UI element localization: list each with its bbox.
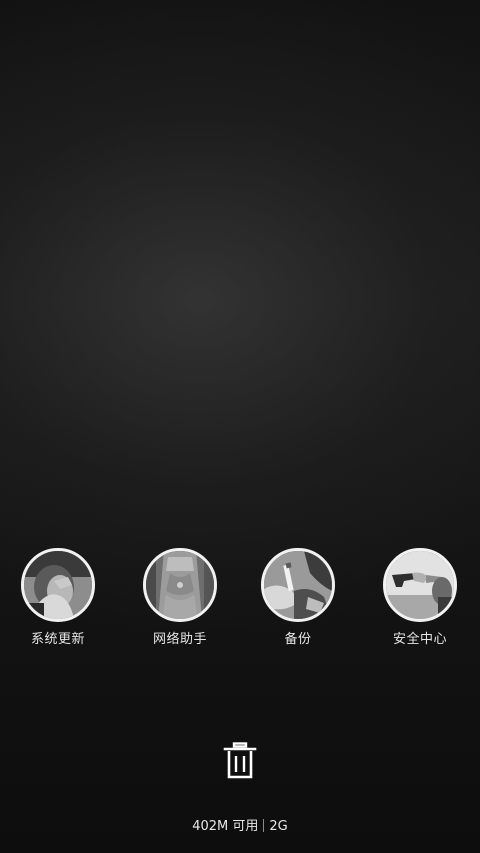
- backup-thumbnail[interactable]: [261, 548, 335, 622]
- recent-app-label: 备份: [284, 632, 312, 647]
- memory-separator: [263, 819, 265, 832]
- lace-dress-photo-icon: [146, 551, 214, 619]
- recent-app-label: 网络助手: [152, 632, 207, 647]
- memory-total: 2G: [269, 819, 288, 834]
- hand-with-pistol-photo-icon: [386, 551, 454, 619]
- memory-status: 402M 可用 2G: [0, 818, 480, 836]
- recent-apps-screen: 系统更新 网络助手 备份 安全中心 402M 可用 2G: [0, 0, 480, 853]
- recent-app-label: 系统更新: [30, 632, 85, 647]
- hand-holding-cigarette-photo-icon: [264, 551, 332, 619]
- memory-available: 402M 可用: [192, 819, 259, 834]
- network-assistant-thumbnail[interactable]: [143, 548, 217, 622]
- trash-icon: [223, 742, 257, 779]
- recent-app-network-assistant[interactable]: 网络助手: [120, 548, 240, 649]
- system-update-thumbnail[interactable]: [21, 548, 95, 622]
- clear-all-button[interactable]: [223, 742, 257, 780]
- recent-app-system-update[interactable]: 系统更新: [0, 548, 118, 649]
- security-center-thumbnail[interactable]: [383, 548, 457, 622]
- person-covering-face-photo-icon: [24, 551, 92, 619]
- recent-app-backup[interactable]: 备份: [238, 548, 358, 649]
- recent-app-label: 安全中心: [392, 632, 447, 647]
- recent-apps-row: 系统更新 网络助手 备份 安全中心: [0, 548, 480, 658]
- recent-app-security-center[interactable]: 安全中心: [360, 548, 480, 649]
